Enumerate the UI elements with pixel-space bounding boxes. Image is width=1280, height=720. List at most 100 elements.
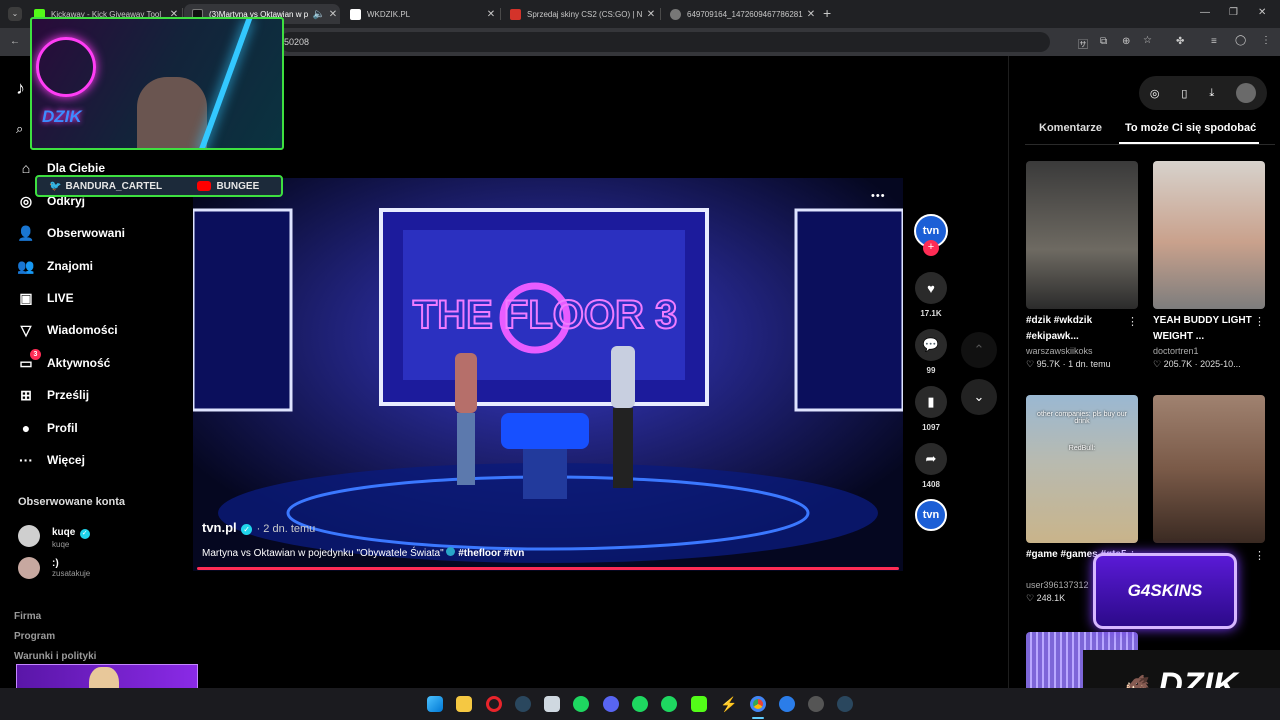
video-thumbnail[interactable] xyxy=(1026,161,1138,309)
sidebar-item-odkryj[interactable]: ◎ Odkryj xyxy=(16,191,85,211)
zoom-icon[interactable]: ⊕ xyxy=(1122,36,1130,47)
followed-account-zusatakuje[interactable]: :) zusatakuje xyxy=(18,557,90,579)
minimize-button[interactable]: — xyxy=(1200,7,1210,18)
file-explorer-icon[interactable] xyxy=(456,696,472,712)
maximize-button[interactable]: ❐ xyxy=(1229,7,1238,18)
close-tab-icon[interactable]: ✕ xyxy=(167,9,181,20)
tab-tiktok-active[interactable]: (3)Martyna vs Oktawian w p 🔈 ✕ xyxy=(184,4,340,24)
recommended-video-5-thumbnail[interactable] xyxy=(1026,632,1138,688)
sidebar-item-aktywność[interactable]: ▭ 3 Aktywność xyxy=(16,349,110,373)
tab-recommended[interactable]: To może Ci się spodobać xyxy=(1125,122,1256,134)
recommended-video-3[interactable]: other companies: pls buy our drink RedBu… xyxy=(1026,395,1138,604)
media-control-icon[interactable]: ≡ xyxy=(1211,36,1217,47)
followed-account-kuqe[interactable]: kuqe ✓ kuqe xyxy=(18,522,90,549)
kick-icon[interactable] xyxy=(691,696,707,712)
tab-title: 649709164_1472609467786281 xyxy=(687,9,803,19)
skins-favicon-icon xyxy=(510,8,521,20)
app-blue-icon[interactable] xyxy=(779,696,795,712)
user-avatar[interactable] xyxy=(1236,83,1257,103)
tab-search-icon[interactable]: ⌄ xyxy=(8,7,22,21)
close-tab-icon[interactable]: ✕ xyxy=(326,9,340,20)
recommended-video-1[interactable]: #dzik #wkdzik #ekipawk... warszawskiikok… xyxy=(1026,161,1138,370)
sidebar-item-dla-ciebie[interactable]: ⌂ Dla Ciebie xyxy=(16,158,105,178)
video-thumbnail[interactable]: other companies: pls buy our drink RedBu… xyxy=(1026,395,1138,543)
save-button[interactable]: ▮ 1097 xyxy=(913,386,949,432)
video-user[interactable]: user396137312 xyxy=(1026,580,1138,590)
phone-icon[interactable]: ▯ xyxy=(1181,87,1187,100)
previous-video-button[interactable]: ⌃ xyxy=(961,332,997,368)
close-tab-icon[interactable]: ✕ xyxy=(484,9,498,20)
tab-wkdzik[interactable]: WKDZIK.PL ✕ xyxy=(342,4,498,24)
mute-tab-icon[interactable]: 🔈 xyxy=(312,9,326,20)
menu-icon[interactable]: ⋮ xyxy=(1261,35,1271,46)
video-thumbnail[interactable] xyxy=(1153,395,1265,543)
sidebar-item-więcej[interactable]: ··· Więcej xyxy=(16,450,85,470)
compass-icon[interactable]: ◎ xyxy=(1150,87,1160,100)
sidebar-item-prześlij[interactable]: ⊞ Prześlij xyxy=(16,385,89,405)
footer-link-terms[interactable]: Warunki i polityki xyxy=(14,651,96,662)
address-input[interactable]: 50208 xyxy=(280,32,1050,52)
video-author[interactable]: tvn.pl xyxy=(202,520,237,535)
more-options-icon[interactable]: ⋮ xyxy=(1127,549,1138,562)
next-video-button[interactable]: ⌄ xyxy=(961,379,997,415)
install-app-icon[interactable]: ⧉ xyxy=(1100,36,1107,47)
sidebar-item-live[interactable]: ▣ LIVE xyxy=(16,288,73,308)
chrome-icon[interactable] xyxy=(750,696,766,712)
tvn-sound-avatar[interactable]: tvn xyxy=(915,499,947,531)
new-tab-button[interactable]: + xyxy=(823,5,831,21)
sidebar-item-znajomi[interactable]: 👥 Znajomi xyxy=(16,256,93,276)
search-icon[interactable]: ⌕ xyxy=(16,121,23,137)
comment-button[interactable]: 💬 99 xyxy=(913,329,949,375)
show-logo: THE FLOOR 3 xyxy=(413,293,677,337)
tab-title: (3)Martyna vs Oktawian w p xyxy=(209,9,309,19)
monitor-icon[interactable] xyxy=(544,696,560,712)
video-player[interactable]: THE FLOOR 3 ••• tvn.pl ✓ · 2 dn. temu Ma… xyxy=(193,178,903,571)
footer-link-firma[interactable]: Firma xyxy=(14,611,41,622)
video-progress-bar[interactable] xyxy=(197,567,899,570)
bookmark-star-icon[interactable]: ☆ xyxy=(1143,35,1152,46)
sidebar-item-obserwowani[interactable]: 👤 Obserwowani xyxy=(16,223,125,243)
opera-icon[interactable] xyxy=(486,696,502,712)
video-hashtags[interactable]: #thefloor #tvn xyxy=(458,548,524,559)
sidebar-item-wiadomości[interactable]: ▽ Wiadomości xyxy=(16,320,118,340)
more-options-icon[interactable]: ⋮ xyxy=(1254,315,1265,328)
download-icon[interactable]: ⤓ xyxy=(1209,87,1214,100)
more-options-icon[interactable]: ⋮ xyxy=(1254,549,1265,562)
translate-icon[interactable]: 🈂 xyxy=(1078,36,1088,51)
recommended-video-2[interactable]: YEAH BUDDY LIGHT WEIGHT ... doctortren1 … xyxy=(1153,161,1265,370)
video-more-icon[interactable]: ••• xyxy=(871,190,886,202)
close-tab-icon[interactable]: ✕ xyxy=(804,9,818,20)
steam-2-icon[interactable] xyxy=(837,696,853,712)
lightning-app-icon[interactable]: ⚡ xyxy=(720,696,737,712)
more-options-icon[interactable]: ⋮ xyxy=(1127,315,1138,328)
share-arrow-icon: ➦ xyxy=(915,443,947,475)
sidebar-item-profil[interactable]: ● Profil xyxy=(16,418,78,438)
follow-plus-icon[interactable]: + xyxy=(923,240,939,256)
extensions-icon[interactable]: ✤ xyxy=(1176,36,1184,47)
app-green-icon[interactable] xyxy=(632,696,648,712)
steam-icon[interactable] xyxy=(515,696,531,712)
sound-avatar-button[interactable]: tvn xyxy=(913,499,949,531)
tab-kickaway[interactable]: Kickaway - Kick Giveaway Tool ✕ xyxy=(26,4,181,24)
tab-sprzedaj-skiny[interactable]: Sprzedaj skiny CS2 (CS:GO) | N ✕ xyxy=(502,4,658,24)
discord-icon[interactable] xyxy=(603,696,619,712)
app-green-2-icon[interactable] xyxy=(661,696,677,712)
profile-icon[interactable]: ◯ xyxy=(1235,35,1246,46)
close-tab-icon[interactable]: ✕ xyxy=(644,9,658,20)
share-button[interactable]: ➦ 1408 xyxy=(913,443,949,489)
footer-link-program[interactable]: Program xyxy=(14,631,55,642)
app-gray-icon[interactable] xyxy=(808,696,824,712)
video-user[interactable]: warszawskiikoks xyxy=(1026,346,1138,356)
video-user[interactable]: doctortren1 xyxy=(1153,346,1265,356)
like-button[interactable]: ♥ 17.1K xyxy=(913,272,949,318)
back-icon[interactable]: ← xyxy=(10,36,20,47)
recommended-video-4[interactable] xyxy=(1153,395,1265,543)
tab-image[interactable]: 649709164_1472609467786281 ✕ xyxy=(662,4,818,24)
tiktok-logo-icon[interactable]: ♪ xyxy=(16,78,25,99)
windows-start-icon[interactable] xyxy=(427,696,443,712)
author-avatar-button[interactable]: tvn + xyxy=(913,214,949,256)
tab-comments[interactable]: Komentarze xyxy=(1039,122,1102,134)
close-window-button[interactable]: ✕ xyxy=(1258,7,1266,18)
spotify-icon[interactable] xyxy=(573,696,589,712)
video-thumbnail[interactable] xyxy=(1153,161,1265,309)
